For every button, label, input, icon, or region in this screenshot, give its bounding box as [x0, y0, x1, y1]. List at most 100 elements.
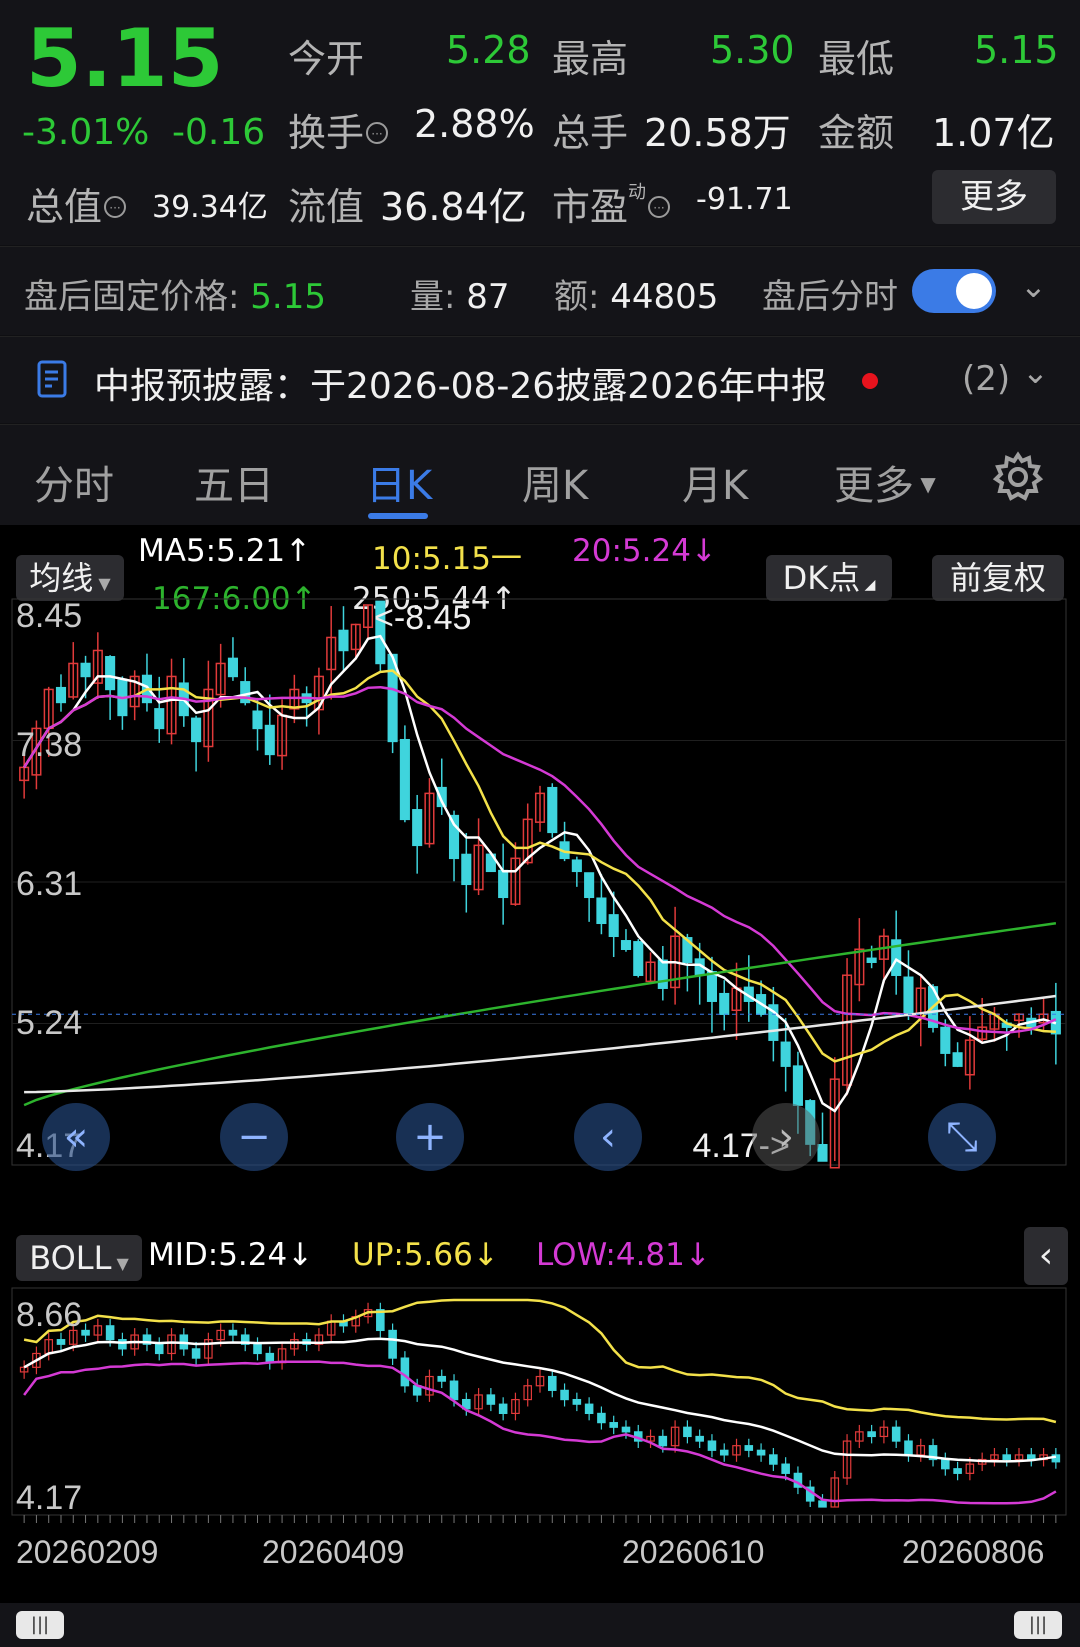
boll-indicator-button[interactable]: BOLL ▼ — [16, 1235, 142, 1281]
after-hours-bar: 盘后固定价格: 5.15 量: 87 额: 44805 盘后分时 ⌄ — [0, 246, 1080, 335]
turnover-value: 2.88% — [414, 102, 535, 146]
pe-label-text: 市盈 — [552, 185, 629, 229]
amount-label: 金额 — [818, 111, 895, 155]
candle-body — [412, 809, 423, 847]
turnover-label[interactable]: 换手 ··· — [288, 102, 389, 157]
boll-y-axis-label: 4.17 — [16, 1479, 82, 1517]
x-axis-label: 20260806 — [902, 1534, 1044, 1570]
boll-candle-body — [744, 1445, 754, 1451]
candle-body — [227, 657, 238, 678]
after-hours-price-group: 盘后固定价格: 5.15 — [24, 269, 326, 318]
candle-body — [191, 717, 202, 743]
candle-body — [903, 976, 914, 1015]
more-dots-icon[interactable]: ··· — [104, 196, 127, 218]
gear-icon[interactable] — [992, 451, 1044, 503]
candle-body — [866, 957, 877, 963]
scroll-handle-right[interactable]: ||| — [1014, 1611, 1062, 1639]
candle-body — [154, 708, 165, 730]
boll-candle-body — [904, 1440, 913, 1456]
low-label: 最低 — [818, 37, 895, 81]
candle-body — [264, 724, 275, 756]
scroll-handle-left[interactable]: ||| — [16, 1611, 64, 1639]
candle-body — [608, 914, 619, 938]
tab-weekly-k[interactable]: 周K — [522, 453, 588, 511]
boll-mid-line — [23, 1337, 1057, 1463]
candle-body — [399, 738, 410, 821]
boll-mid-value: MID:5.24↓ — [148, 1237, 314, 1273]
boll-candle-body — [1002, 1454, 1012, 1461]
tab-timeshare[interactable]: 分时 — [34, 453, 114, 511]
more-button[interactable]: 更多 — [932, 170, 1056, 224]
notice-text: 中报预披露：于2026-08-26披露2026年中报 — [94, 366, 827, 407]
boll-candle-body — [486, 1394, 496, 1405]
volume-label: 总手 — [552, 111, 629, 155]
tab-monthly-k[interactable]: 月K — [682, 453, 748, 511]
chevron-down-icon[interactable]: ⌄ — [1020, 267, 1047, 305]
after-hours-volume-group: 量: 87 — [410, 269, 510, 318]
toggle-knob — [956, 273, 992, 309]
boll-up-value: UP:5.66↓ — [352, 1237, 499, 1273]
boll-candle-body — [584, 1403, 594, 1415]
float-cap-value: 36.84亿 — [380, 185, 527, 229]
candle-body — [547, 786, 558, 834]
boll-candle-body — [756, 1449, 766, 1456]
candle-body — [80, 662, 91, 678]
boll-candle-body — [498, 1403, 508, 1415]
after-hours-amount-label: 额: — [554, 277, 600, 317]
boll-candle-body — [597, 1412, 606, 1424]
volume-value: 20.58万 — [644, 111, 791, 155]
after-hours-timeshare-label: 盘后分时 — [762, 277, 898, 317]
range-scrollbar[interactable]: ||| ||| — [0, 1603, 1080, 1647]
tab-daily-k[interactable]: 日K — [366, 453, 432, 511]
boll-candle-body — [621, 1426, 631, 1433]
candle-body — [792, 1065, 803, 1106]
fast-rewind-icon[interactable]: « — [42, 1103, 110, 1171]
candle-body — [571, 859, 582, 873]
expand-icon[interactable]: ⤡ — [928, 1103, 996, 1171]
notice-bar[interactable]: 中报预披露：于2026-08-26披露2026年中报 (2) ⌄ — [0, 336, 1080, 423]
tab-more[interactable]: 更多 ▼ — [834, 453, 936, 511]
report-icon — [37, 360, 67, 398]
notice-unread-dot — [862, 373, 878, 389]
ma250-line — [24, 994, 1057, 1094]
boll-candle-body — [891, 1426, 901, 1442]
active-tab-indicator — [368, 513, 428, 519]
more-dots-icon[interactable]: ··· — [648, 196, 671, 218]
candle-body — [498, 869, 509, 899]
after-hours-volume-label: 量: — [410, 277, 456, 317]
candle-body — [55, 686, 67, 704]
kline-chart-area: 均线 ▼ MA5:5.21↑ 10:5.15一 20:5.24↓ 167:6.0… — [0, 525, 1080, 1647]
total-cap-label[interactable]: 总值 ··· — [26, 176, 127, 231]
tab-more-label: 更多 — [834, 463, 914, 509]
zoom-out-icon[interactable]: − — [220, 1103, 288, 1171]
collapse-panel-icon[interactable]: ‹ — [1024, 1227, 1068, 1285]
candle-body — [952, 1052, 963, 1067]
more-dots-icon[interactable]: ··· — [366, 122, 389, 144]
chevron-down-icon[interactable]: ⌄ — [1022, 353, 1049, 391]
candle-body — [719, 992, 730, 1015]
max-price-annotation: <-8.45 — [374, 599, 471, 637]
boll-candle-body — [437, 1375, 447, 1382]
caret-down-icon: ▼ — [111, 1254, 129, 1273]
candlestick-chart[interactable]: 8.457.386.315.244.17<-8.454.17->8.664.17… — [0, 525, 1080, 1647]
zoom-in-icon[interactable]: + — [396, 1103, 464, 1171]
scroll-left-icon[interactable]: ‹ — [574, 1103, 642, 1171]
pe-label[interactable]: 市盈动··· — [552, 176, 671, 231]
after-hours-price-label: 盘后固定价格: — [24, 277, 240, 317]
y-axis-label: 6.31 — [16, 865, 82, 903]
boll-candle-body — [154, 1343, 164, 1355]
quote-panel: 5.15 -3.01% -0.16 今开 5.28 最高 5.30 最低 5.1… — [0, 0, 1080, 245]
boll-candle-body — [388, 1329, 397, 1359]
candle-body — [657, 959, 668, 989]
boll-candle-body — [81, 1329, 90, 1336]
after-hours-toggle[interactable] — [912, 269, 996, 313]
after-hours-amount-group: 额: 44805 — [554, 269, 718, 318]
amount-value: 1.07亿 — [932, 111, 1055, 155]
tab-five-day[interactable]: 五日 — [194, 453, 274, 511]
boll-low-value: LOW:4.81↓ — [536, 1237, 711, 1273]
total-cap-label-text: 总值 — [26, 185, 103, 229]
scroll-right-icon[interactable]: › — [752, 1103, 820, 1171]
x-axis-label: 20260610 — [622, 1534, 764, 1570]
pe-value: -91.71 — [696, 182, 793, 217]
candle-body — [252, 710, 263, 730]
